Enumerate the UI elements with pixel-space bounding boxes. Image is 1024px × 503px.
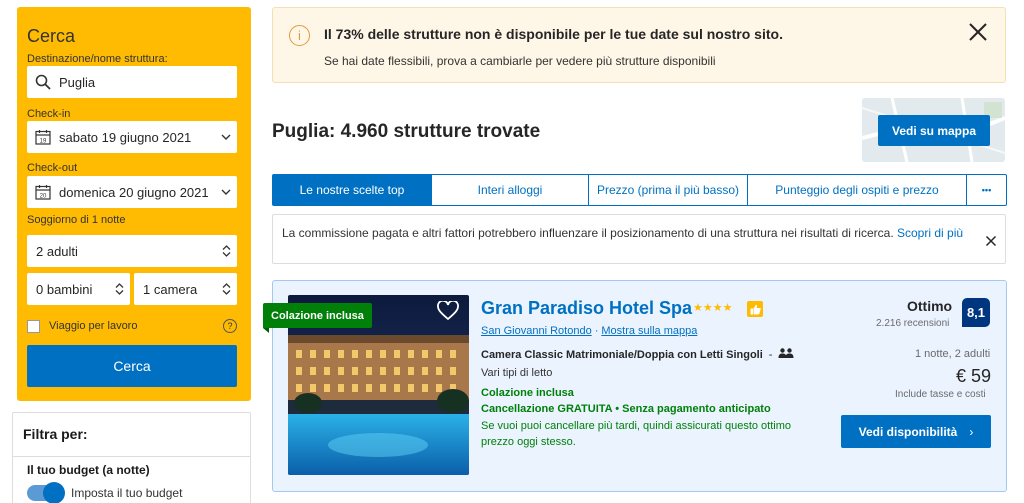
calendar-icon: 19 — [34, 128, 52, 146]
budget-title: Il tuo budget (a notte) — [27, 463, 150, 477]
learn-more-link[interactable]: Scopri di più — [897, 226, 963, 240]
separator: - — [768, 348, 773, 361]
svg-text:19: 19 — [40, 139, 47, 145]
updown-icon — [215, 245, 237, 257]
chevron-right-icon: › — [969, 424, 974, 439]
room-type: Camera Classic Matrimoniale/Doppia con L… — [481, 348, 763, 361]
room-type-row: Camera Classic Matrimoniale/Doppia con L… — [481, 348, 794, 361]
alert-title: Il 73% delle strutture non è disponibile… — [324, 26, 783, 42]
checkin-value: sabato 19 giugno 2021 — [59, 129, 192, 145]
adults-value: 2 adulti — [36, 243, 78, 259]
checkout-value: domenica 20 giugno 2021 — [59, 184, 209, 200]
svg-text:20: 20 — [40, 194, 47, 200]
separator: · — [594, 325, 599, 337]
breakfast-included-badge: Colazione inclusa — [263, 303, 372, 328]
location-row: San Giovanni Rotondo · Mostra sulla mappa — [481, 325, 697, 337]
sort-tabs: Le nostre scelte top Interi alloggi Prez… — [272, 174, 1007, 206]
map-preview[interactable]: Vedi su mappa — [862, 98, 1005, 162]
nights-guests: 1 notte, 2 adulti — [915, 348, 991, 360]
breakfast-included-text: Colazione inclusa — [481, 387, 574, 399]
stay-length-label: Soggiorno di 1 notte — [27, 214, 126, 226]
thumbs-up-icon — [747, 301, 763, 317]
checkin-field[interactable]: 19 sabato 19 giugno 2021 — [27, 121, 237, 153]
children-select[interactable]: 0 bambini — [27, 273, 130, 305]
budget-toggle[interactable] — [27, 482, 65, 503]
calendar-icon: 20 — [34, 183, 52, 201]
tab-top-picks[interactable]: Le nostre scelte top — [273, 175, 432, 205]
show-on-map-link[interactable]: Mostra sulla mappa — [601, 325, 697, 337]
show-on-map-button[interactable]: Vedi su mappa — [878, 115, 990, 146]
tab-score-and-price[interactable]: Punteggio degli ospiti e prezzo — [748, 175, 967, 205]
cancellation-note: Se vuoi puoi cancellare più tardi, quind… — [481, 420, 792, 448]
checkout-label: Check-out — [27, 162, 78, 174]
destination-label: Destinazione/nome struttura: — [27, 53, 168, 65]
chevron-down-icon — [215, 189, 237, 195]
alert-text: Se hai date flessibili, prova a cambiarl… — [324, 54, 716, 68]
destination-field[interactable]: Puglia — [27, 66, 237, 98]
divider — [13, 456, 250, 457]
rooms-select[interactable]: 1 camera — [134, 273, 237, 305]
bed-types: Vari tipi di letto — [481, 367, 553, 379]
hotel-name-link[interactable]: Gran Paradiso Hotel Spa — [481, 298, 692, 319]
tab-entire-homes[interactable]: Interi alloggi — [432, 175, 589, 205]
guests-icon — [778, 348, 794, 361]
work-travel-row: Viaggio per lavoro ? — [27, 319, 237, 333]
rating-label: Ottimo — [907, 298, 953, 314]
close-icon[interactable] — [967, 21, 989, 43]
location-link[interactable]: San Giovanni Rotondo — [481, 325, 592, 337]
ranking-note-text: La commissione pagata e altri fattori po… — [282, 226, 894, 240]
filter-title: Filtra per: — [23, 426, 88, 442]
search-button[interactable]: Cerca — [27, 345, 237, 387]
destination-value: Puglia — [59, 74, 96, 90]
work-travel-label[interactable]: Viaggio per lavoro — [49, 320, 137, 332]
budget-toggle-label[interactable]: Imposta il tuo budget — [71, 486, 182, 500]
review-count[interactable]: 2.216 recensioni — [876, 318, 949, 329]
work-travel-checkbox[interactable] — [27, 319, 40, 333]
ranking-note: La commissione pagata e altri fattori po… — [272, 214, 1006, 264]
toggle-knob — [43, 482, 65, 503]
children-value: 0 bambini — [36, 281, 93, 297]
free-cancellation-text: Cancellazione GRATUITA • Senza pagamento… — [481, 403, 771, 415]
search-title: Cerca — [27, 26, 76, 46]
updown-icon — [215, 283, 237, 295]
filter-panel: Filtra per: Il tuo budget (a notte) Impo… — [12, 412, 251, 503]
checkout-field[interactable]: 20 domenica 20 giugno 2021 — [27, 176, 237, 208]
see-availability-button[interactable]: Vedi disponibilità › — [841, 415, 991, 448]
tab-price-lowest[interactable]: Prezzo (prima il più basso) — [589, 175, 748, 205]
search-panel: Cerca Destinazione/nome struttura: Pugli… — [17, 7, 251, 401]
see-availability-label: Vedi disponibilità — [858, 424, 958, 439]
results-title: Puglia: 4.960 strutture trovate — [272, 121, 541, 142]
checkin-label: Check-in — [27, 108, 71, 120]
budget-toggle-row: Imposta il tuo budget — [27, 482, 182, 503]
price: € 59 — [956, 366, 992, 386]
search-icon — [34, 73, 52, 91]
rooms-value: 1 camera — [143, 281, 198, 297]
heart-icon[interactable] — [437, 299, 459, 321]
updown-icon — [108, 283, 130, 295]
close-icon[interactable] — [985, 234, 997, 247]
star-rating: ★★★★ — [693, 302, 733, 314]
info-icon: i — [289, 25, 310, 46]
chevron-down-icon — [215, 134, 237, 140]
adults-select[interactable]: 2 adulti — [27, 235, 237, 267]
availability-alert: i Il 73% delle strutture non è disponibi… — [272, 7, 1006, 83]
more-options-icon[interactable]: ••• — [967, 175, 1006, 205]
help-icon[interactable]: ? — [223, 319, 237, 333]
review-score-badge[interactable]: 8,1 — [962, 298, 990, 327]
taxes-note: Include tasse e costi — [895, 389, 986, 400]
